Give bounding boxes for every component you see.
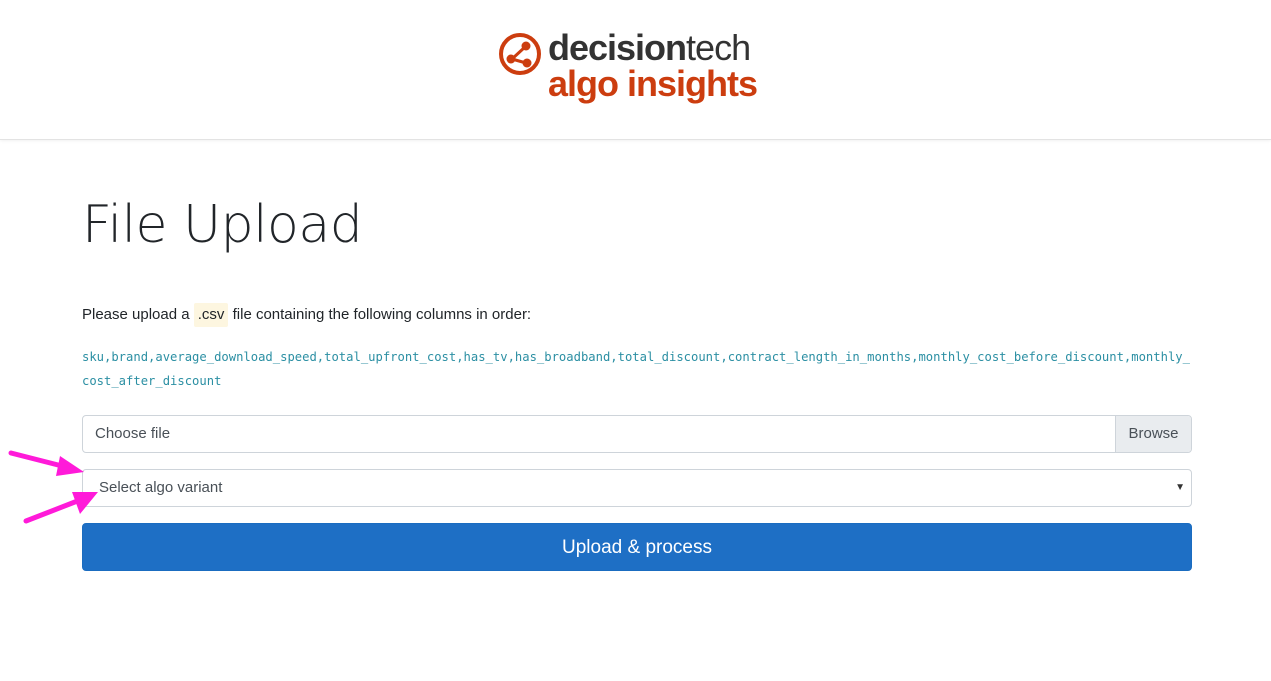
caret-down-icon: ▼: [1175, 482, 1185, 493]
file-extension-code: .csv: [193, 303, 229, 327]
brand-logo[interactable]: decisiontech algo insights: [498, 27, 758, 110]
file-chooser[interactable]: Choose file Browse: [82, 415, 1192, 453]
share-nodes-icon: [499, 33, 541, 75]
file-chooser-placeholder[interactable]: Choose file: [95, 416, 170, 452]
upload-process-button[interactable]: Upload & process: [82, 523, 1192, 571]
browse-button[interactable]: Browse: [1115, 416, 1191, 452]
instructions-prefix: Please upload a: [82, 306, 194, 323]
required-columns-code: sku,brand,average_download_speed,total_u…: [82, 350, 1190, 388]
annotation-arrow-upper: [8, 450, 84, 476]
annotation-arrow-lower: [23, 492, 98, 524]
instructions-suffix: file containing the following columns in…: [228, 306, 532, 323]
page-title: File Upload: [82, 195, 363, 255]
upload-instructions: Please upload a .csv file containing the…: [82, 303, 531, 327]
brand-tagline: algo insights: [548, 63, 758, 104]
algo-variant-selected-value: Select algo variant: [99, 479, 223, 496]
algo-variant-select[interactable]: Select algo variant ▼: [82, 469, 1192, 507]
site-header: decisiontech algo insights: [0, 0, 1271, 140]
